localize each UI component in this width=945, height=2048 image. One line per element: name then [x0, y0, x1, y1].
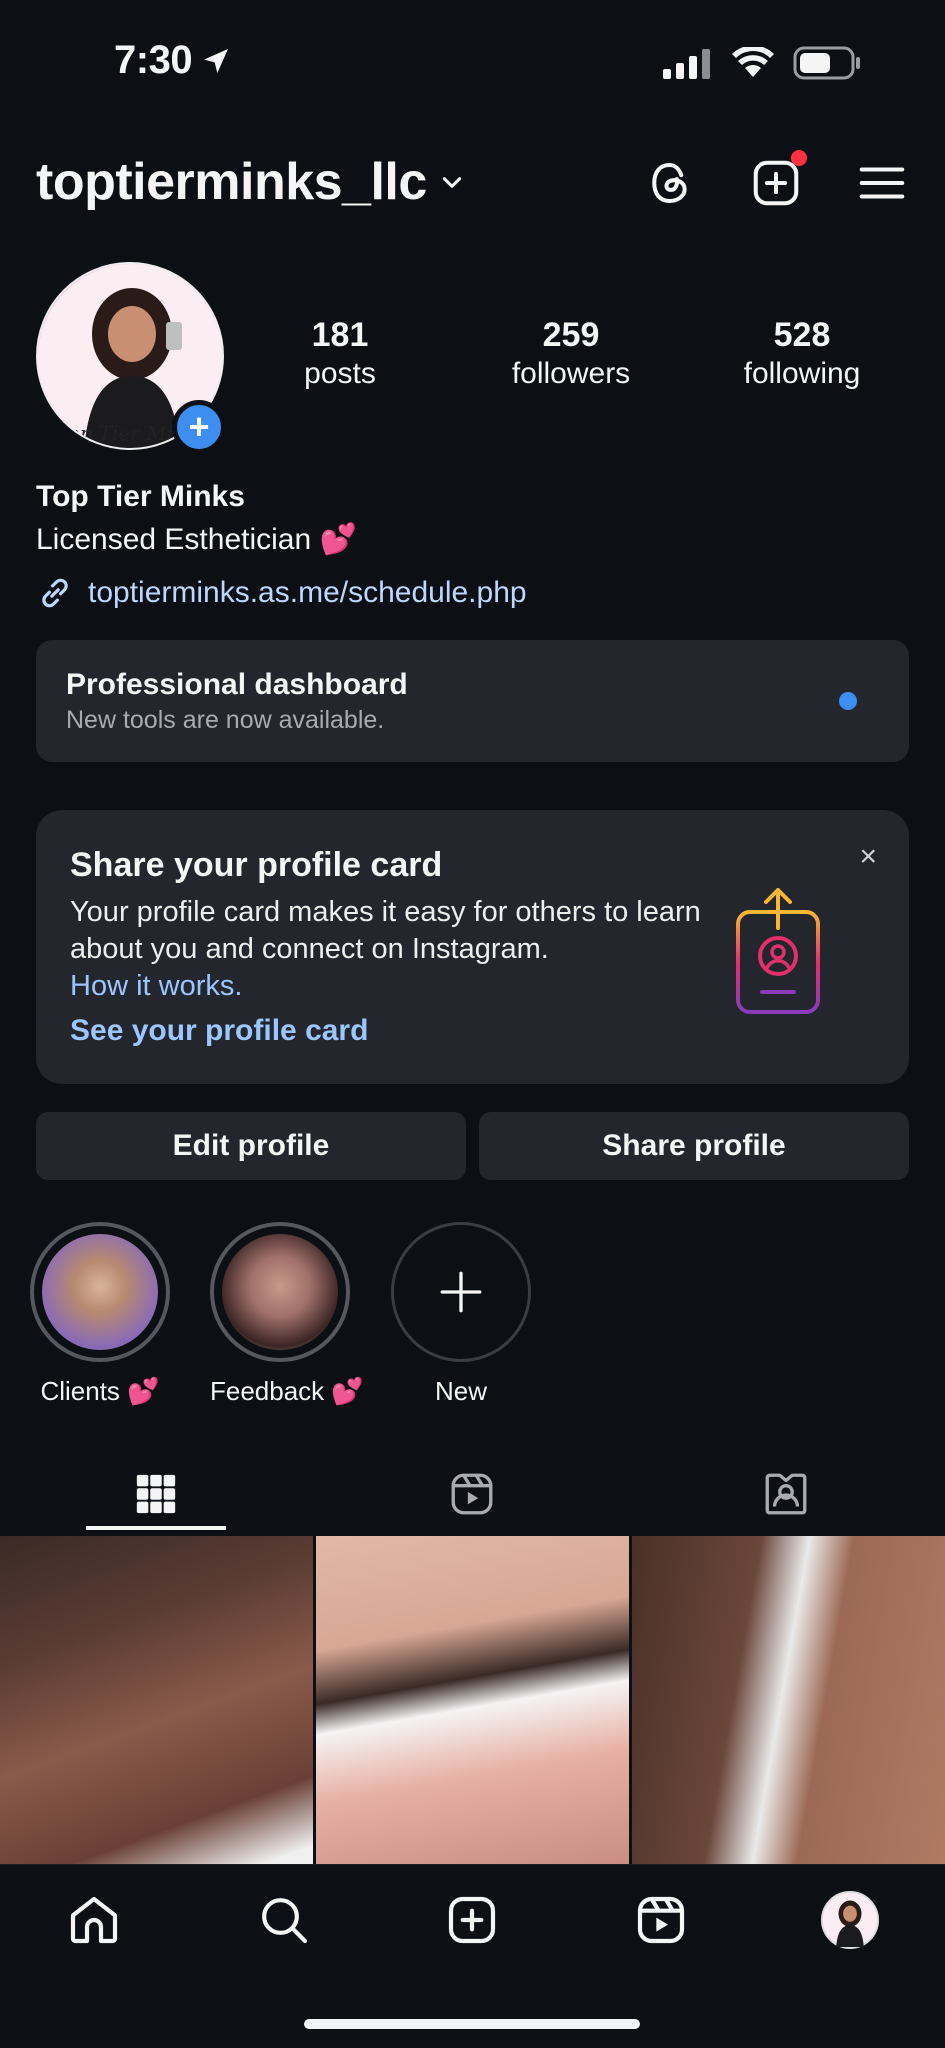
highlight-new[interactable]: New [391, 1222, 531, 1407]
highlight-ring [30, 1222, 170, 1362]
home-icon [70, 1896, 118, 1944]
highlight-label: New [434, 1376, 487, 1406]
time-label: 7:30 [114, 38, 193, 82]
plus-square-icon [448, 1896, 496, 1944]
tab-reels[interactable] [402, 1456, 542, 1532]
bio-text: Licensed Esthetician 💕 [36, 523, 357, 556]
highlight-cover-image [222, 1234, 338, 1350]
post-grid [0, 1536, 945, 1864]
new-indicator-dot [839, 692, 857, 710]
status-time: 7:30 [114, 38, 232, 83]
posts-count: 181 [311, 316, 369, 354]
tab-grid[interactable] [86, 1456, 226, 1532]
post-thumbnail[interactable] [0, 1536, 313, 1864]
username-label: toptierminks_llc [36, 153, 427, 211]
nav-search[interactable] [254, 1890, 314, 1950]
edit-profile-button[interactable]: Edit profile [36, 1112, 466, 1180]
active-tab-indicator [86, 1526, 226, 1530]
reels-icon [637, 1896, 685, 1944]
share-profile-button[interactable]: Share profile [479, 1112, 909, 1180]
search-icon [262, 1898, 308, 1944]
post-thumbnail[interactable] [316, 1536, 629, 1864]
display-name: Top Tier Minks [36, 480, 245, 513]
add-story-button[interactable]: + [172, 400, 226, 454]
posts-stat[interactable]: 181 posts [250, 316, 430, 391]
tab-tagged[interactable] [716, 1456, 856, 1532]
notification-dot [791, 150, 807, 166]
followers-count: 259 [542, 316, 600, 354]
header-actions [643, 150, 909, 210]
link-text: toptierminks.as.me/schedule.php [88, 576, 527, 609]
hamburger-menu-icon [859, 167, 905, 199]
status-icons [663, 46, 861, 80]
profile-card-promo: Share your profile card Your profile car… [36, 810, 909, 1084]
post-thumbnail[interactable] [632, 1536, 945, 1864]
location-arrow-icon [204, 48, 229, 73]
following-count: 528 [773, 316, 831, 354]
followers-label: followers [511, 357, 631, 390]
nav-profile[interactable] [820, 1890, 880, 1950]
promo-title: Share your profile card [70, 846, 443, 884]
highlight-feedback[interactable]: Feedback 💕 [210, 1222, 364, 1407]
grid-icon [136, 1474, 176, 1514]
plus-icon: + [188, 406, 210, 447]
profile-avatar-icon [821, 1891, 879, 1949]
home-indicator [304, 2019, 640, 2029]
following-stat[interactable]: 528 following [712, 316, 892, 391]
promo-description: Your profile card makes it easy for othe… [70, 896, 701, 965]
close-icon[interactable]: × [859, 840, 877, 874]
nav-home[interactable] [64, 1890, 124, 1950]
link-icon [42, 578, 68, 608]
followers-stat[interactable]: 259 followers [481, 316, 661, 391]
dashboard-subtitle: New tools are now available. [66, 706, 385, 734]
tagged-icon [765, 1473, 807, 1515]
see-profile-card-link[interactable]: See your profile card [70, 1014, 368, 1048]
highlight-clients[interactable]: Clients 💕 [30, 1222, 170, 1407]
threads-icon [652, 162, 687, 204]
highlight-cover-image [42, 1234, 158, 1350]
threads-button[interactable] [643, 156, 697, 210]
following-label: following [743, 357, 861, 390]
dashboard-title: Professional dashboard [66, 668, 408, 701]
posts-label: posts [304, 357, 376, 390]
nav-create[interactable] [442, 1890, 502, 1950]
highlight-ring [391, 1222, 531, 1362]
cellular-signal-icon [663, 49, 710, 79]
promo-body: Your profile card makes it easy for othe… [70, 894, 710, 1005]
profile-card-share-icon [728, 886, 828, 1021]
plus-icon [440, 1271, 482, 1313]
account-switcher[interactable]: toptierminks_llc [36, 152, 465, 212]
chevron-down-icon [442, 177, 461, 188]
how-it-works-link[interactable]: How it works. [70, 970, 242, 1002]
highlight-label: Feedback 💕 [210, 1376, 364, 1406]
create-button[interactable] [749, 150, 807, 210]
battery-icon [793, 46, 860, 80]
professional-dashboard[interactable]: Professional dashboard New tools are now… [36, 640, 909, 762]
bio-link[interactable]: toptierminks.as.me/schedule.php [36, 574, 527, 612]
menu-button[interactable] [855, 156, 909, 210]
wifi-icon [732, 47, 774, 77]
highlight-ring [210, 1222, 350, 1362]
nav-reels[interactable] [631, 1890, 691, 1950]
highlight-label: Clients 💕 [40, 1376, 160, 1406]
reels-icon [451, 1473, 493, 1515]
